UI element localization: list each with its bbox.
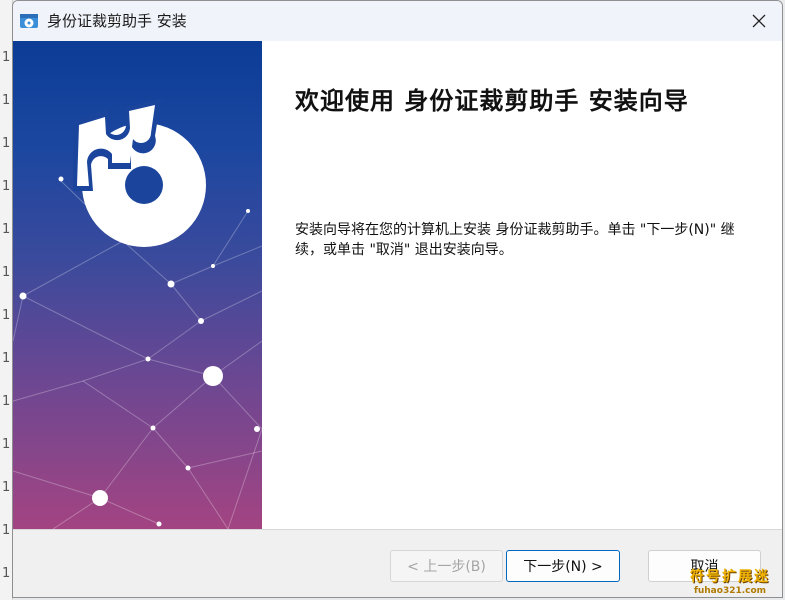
button-bar: < 上一步(B) 下一步(N) > 取消 符号扩展迷 fuhao321.com: [13, 529, 782, 597]
background-line: 1: [2, 480, 11, 495]
background-line: 1: [2, 308, 11, 323]
background-line: 1: [2, 437, 11, 452]
puzzle-disc-logo: [73, 99, 206, 247]
background-line: 1: [2, 179, 11, 194]
background-line: 1: [2, 265, 11, 280]
welcome-description: 安装向导将在您的计算机上安装 身份证裁剪助手。单击 "下一步(N)" 继续，或单…: [295, 222, 735, 258]
watermark-title: 符号扩展迷: [690, 569, 770, 585]
network-background: [13, 99, 262, 529]
watermark-url: fuhao321.com: [693, 586, 767, 596]
background-line: 1: [2, 566, 11, 581]
welcome-content: 欢迎使用 身份证裁剪助手 安装向导 安装向导将在您的计算机上安装 身份证裁剪助手…: [262, 41, 782, 529]
installer-disc-icon: [20, 14, 38, 28]
next-button[interactable]: 下一步(N) >: [506, 550, 620, 582]
side-banner: [13, 41, 262, 529]
background-line: 1: [2, 523, 11, 538]
background-line: 1: [2, 93, 11, 108]
title-bar[interactable]: 身份证裁剪助手 安装: [13, 1, 782, 41]
close-icon: [752, 14, 766, 28]
back-button[interactable]: < 上一步(B): [390, 550, 503, 582]
background-line: 1: [2, 50, 11, 65]
window-title: 身份证裁剪助手 安装: [47, 12, 187, 30]
site-watermark: 符号扩展迷 fuhao321.com: [690, 566, 770, 596]
installer-dialog: 身份证裁剪助手 安装 欢迎使用 身份证裁剪助手 安装向导 安装向导将在您的计算机…: [12, 0, 783, 598]
welcome-heading: 欢迎使用 身份证裁剪助手 安装向导: [295, 86, 689, 115]
close-button[interactable]: [736, 1, 782, 41]
background-line: 1: [2, 351, 11, 366]
background-line: 1: [2, 136, 11, 151]
background-line: 1: [2, 222, 11, 237]
background-line: 1: [2, 394, 11, 409]
